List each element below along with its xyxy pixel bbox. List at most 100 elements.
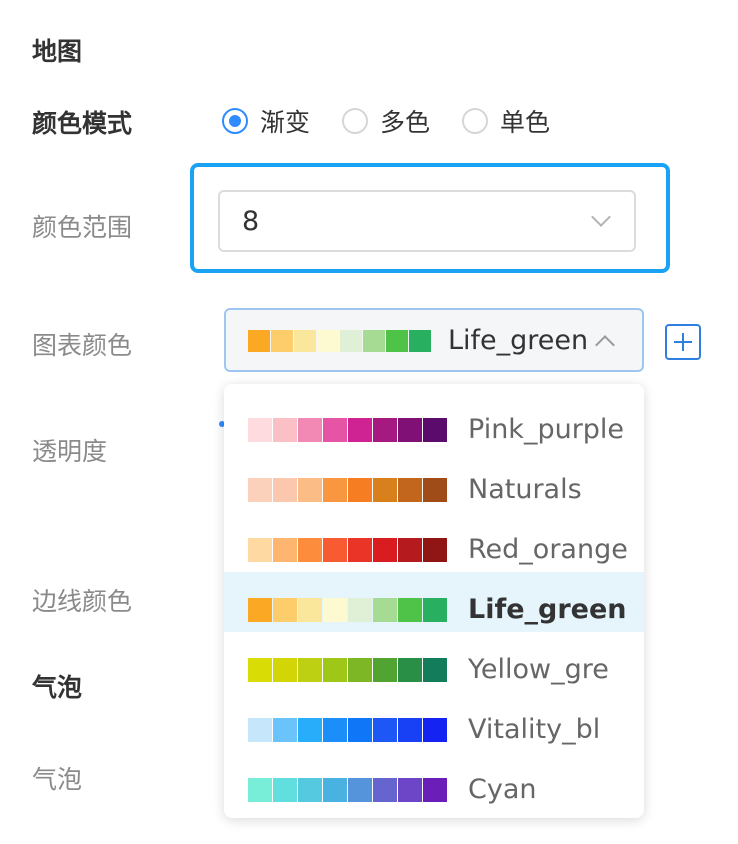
color-range-label: 颜色范围 <box>32 213 133 242</box>
color-swatch <box>248 478 272 502</box>
palette-swatches <box>248 598 448 622</box>
palette-swatches <box>248 778 448 802</box>
color-swatch <box>298 538 322 562</box>
color-swatch <box>323 538 347 562</box>
color-swatch <box>298 478 322 502</box>
color-swatch <box>248 538 272 562</box>
selected-palette-swatches <box>248 330 432 352</box>
color-swatch <box>271 330 293 352</box>
color-swatch <box>386 330 408 352</box>
radio-label: 多色 <box>380 108 431 137</box>
color-swatch <box>373 718 397 742</box>
color-swatch <box>373 418 397 442</box>
palette-option-label: Naturals <box>468 474 582 505</box>
color-swatch <box>423 418 447 442</box>
color-mode-label: 颜色模式 <box>32 109 133 138</box>
chevron-up-icon <box>595 335 615 355</box>
color-swatch <box>423 478 447 502</box>
color-swatch <box>373 658 397 682</box>
border-color-label: 边线颜色 <box>32 587 133 616</box>
radio-label: 渐变 <box>260 108 311 137</box>
palette-dropdown: Pink_purple Naturals Red_orange Life_green Y… <box>224 384 644 818</box>
color-swatch <box>398 778 422 802</box>
palette-option-vitality-bl[interactable]: Vitality_bl <box>224 692 644 752</box>
color-swatch <box>248 598 272 622</box>
color-swatch <box>273 478 297 502</box>
palette-option-label: Red_orange <box>468 534 628 565</box>
color-swatch <box>323 778 347 802</box>
color-swatch <box>373 538 397 562</box>
color-swatch <box>423 538 447 562</box>
color-swatch <box>423 718 447 742</box>
palette-option-pink-purple[interactable]: Pink_purple <box>224 392 644 452</box>
color-swatch <box>248 658 272 682</box>
color-swatch <box>323 718 347 742</box>
radio-label: 单色 <box>500 108 551 137</box>
palette-option-label: Pink_purple <box>468 414 625 445</box>
radio-circle <box>462 108 489 134</box>
color-swatch <box>398 418 422 442</box>
radio-gradient[interactable]: 渐变 <box>222 103 310 139</box>
color-swatch <box>348 478 372 502</box>
color-swatch <box>373 778 397 802</box>
color-mode-radio-group: 渐变 多色 单色 <box>222 102 582 140</box>
color-swatch <box>398 718 422 742</box>
color-swatch <box>323 418 347 442</box>
palette-option-cyan[interactable]: Cyan <box>224 752 644 812</box>
palette-option-label: Life_green <box>468 594 627 625</box>
palette-option-yellow-gre[interactable]: Yellow_gre <box>224 632 644 692</box>
section-title-map: 地图 <box>32 37 83 66</box>
color-swatch <box>248 418 272 442</box>
color-swatch <box>348 778 372 802</box>
color-swatch <box>294 330 316 352</box>
color-swatch <box>373 478 397 502</box>
palette-swatches <box>248 418 448 442</box>
color-swatch <box>273 658 297 682</box>
color-swatch <box>398 658 422 682</box>
color-swatch <box>317 330 339 352</box>
palette-option-life-green[interactable]: Life_green <box>224 572 644 632</box>
palette-option-red-orange[interactable]: Red_orange <box>224 512 644 572</box>
radio-circle <box>342 108 369 134</box>
color-swatch <box>398 478 422 502</box>
color-swatch <box>298 778 322 802</box>
color-swatch <box>348 418 372 442</box>
color-swatch <box>363 330 385 352</box>
palette-option-label: Vitality_bl <box>468 714 601 745</box>
color-swatch <box>423 658 447 682</box>
color-swatch <box>340 330 362 352</box>
color-swatch <box>273 718 297 742</box>
palette-swatches <box>248 478 448 502</box>
color-swatch <box>273 598 297 622</box>
palette-option-label: Cyan <box>468 774 537 805</box>
color-swatch <box>273 418 297 442</box>
radio-single-color[interactable]: 单色 <box>462 103 550 139</box>
palette-swatches <box>248 718 448 742</box>
color-swatch <box>373 598 397 622</box>
color-swatch <box>248 330 270 352</box>
color-swatch <box>298 418 322 442</box>
chart-color-label: 图表颜色 <box>32 331 133 360</box>
color-swatch <box>398 538 422 562</box>
palette-swatches <box>248 538 448 562</box>
color-swatch <box>348 598 372 622</box>
color-swatch <box>323 658 347 682</box>
color-range-select[interactable]: 8 <box>218 190 636 252</box>
palette-option-label: Yellow_gre <box>468 654 609 685</box>
radio-multicolor[interactable]: 多色 <box>342 103 430 139</box>
color-swatch <box>273 538 297 562</box>
palette-option-naturals[interactable]: Naturals <box>224 452 644 512</box>
chevron-down-icon <box>591 207 611 227</box>
add-palette-button[interactable] <box>665 324 701 360</box>
color-swatch <box>423 778 447 802</box>
palette-swatches <box>248 658 448 682</box>
color-swatch <box>348 658 372 682</box>
chart-color-value: Life_green <box>448 325 589 356</box>
color-range-value: 8 <box>242 206 260 237</box>
chart-color-select[interactable]: Life_green <box>224 308 644 372</box>
color-swatch <box>398 598 422 622</box>
color-swatch <box>298 598 322 622</box>
color-swatch <box>409 330 431 352</box>
color-swatch <box>298 658 322 682</box>
color-swatch <box>248 718 272 742</box>
